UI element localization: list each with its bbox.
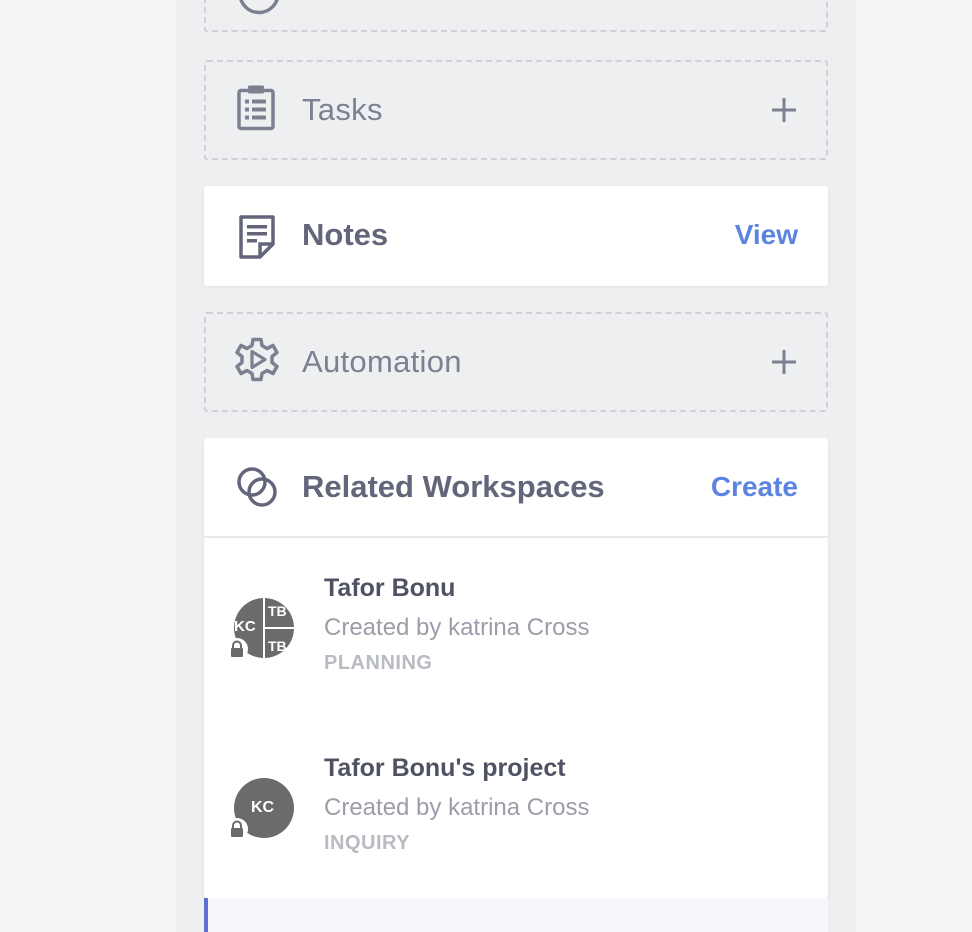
- workspace-creator: Created by katrina Cross: [324, 614, 590, 641]
- workspace-title[interactable]: Tafor Bonu: [324, 574, 455, 603]
- related-workspaces-card: Related Workspaces Create KC TB TB Tafor…: [204, 438, 828, 898]
- tasks-label: Tasks: [302, 92, 383, 127]
- notes-label: Notes: [302, 217, 389, 252]
- automation-card[interactable]: Automation: [204, 312, 828, 412]
- lock-icon: [226, 818, 248, 840]
- add-automation-plus-icon[interactable]: [770, 348, 798, 376]
- avatar-initials-left: KC: [234, 618, 256, 635]
- clipboard-icon: [236, 85, 276, 136]
- gear-play-icon: [234, 337, 280, 388]
- top-partial-card[interactable]: [204, 0, 828, 32]
- workspace-status: PLANNING: [324, 652, 433, 674]
- view-notes-link[interactable]: View: [735, 219, 798, 251]
- workspace-list-item[interactable]: KC TB TB Tafor Bonu Created by katrina C…: [204, 538, 828, 718]
- workspace-title[interactable]: Tafor Bonu's project: [324, 754, 566, 783]
- linked-circles-icon: [236, 466, 280, 515]
- workspace-list-item[interactable]: KC Tafor Bonu's project Created by katri…: [204, 718, 828, 898]
- note-icon: [238, 214, 278, 265]
- create-workspace-link[interactable]: Create: [711, 471, 798, 503]
- workspace-creator: Created by katrina Cross: [324, 794, 590, 821]
- avatar-initials: KC: [251, 799, 275, 816]
- notes-card: Notes View: [204, 186, 828, 286]
- avatar-initials-top-right: TB: [268, 603, 287, 619]
- avatar-initials-bottom-right: TB: [268, 638, 287, 654]
- circle-icon: [236, 0, 282, 22]
- workspace-status: INQUIRY: [324, 832, 411, 854]
- related-workspaces-label: Related Workspaces: [302, 469, 605, 504]
- selected-list-row[interactable]: [204, 898, 828, 932]
- add-task-plus-icon[interactable]: [770, 96, 798, 124]
- tasks-card[interactable]: Tasks: [204, 60, 828, 160]
- lock-icon: [226, 638, 248, 660]
- automation-label: Automation: [302, 344, 462, 379]
